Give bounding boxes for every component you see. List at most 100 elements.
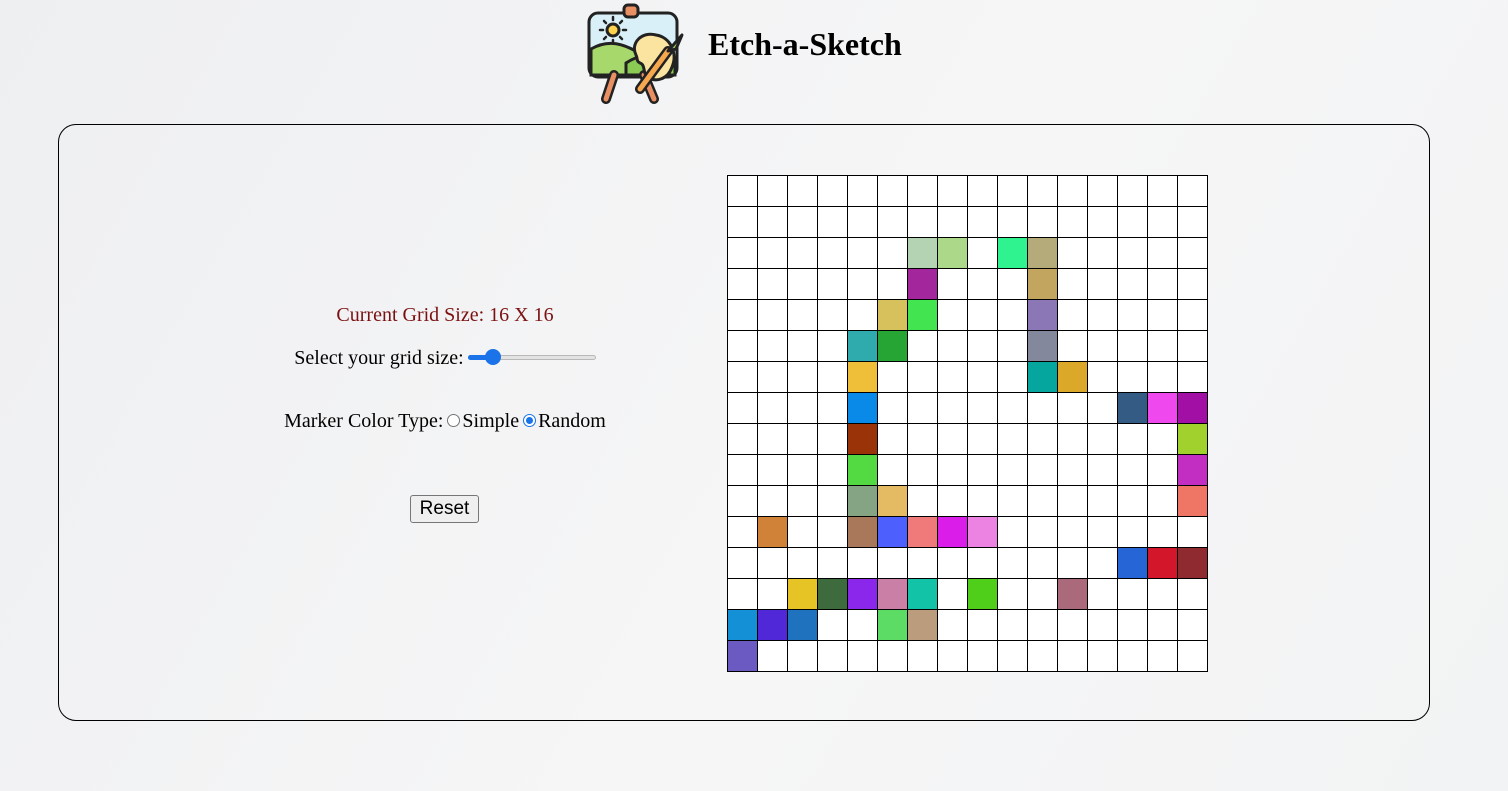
grid-cell[interactable] <box>848 269 878 300</box>
grid-cell[interactable] <box>968 455 998 486</box>
grid-cell[interactable] <box>1178 238 1208 269</box>
grid-cell[interactable] <box>968 362 998 393</box>
grid-cell[interactable] <box>968 610 998 641</box>
grid-cell[interactable] <box>878 269 908 300</box>
grid-cell[interactable] <box>1028 362 1058 393</box>
grid-cell[interactable] <box>1178 641 1208 672</box>
grid-cell[interactable] <box>788 207 818 238</box>
grid-cell[interactable] <box>788 486 818 517</box>
grid-cell[interactable] <box>788 331 818 362</box>
grid-cell[interactable] <box>1028 455 1058 486</box>
grid-cell[interactable] <box>1058 610 1088 641</box>
grid-cell[interactable] <box>728 610 758 641</box>
grid-cell[interactable] <box>938 362 968 393</box>
grid-cell[interactable] <box>968 579 998 610</box>
grid-cell[interactable] <box>968 238 998 269</box>
grid-cell[interactable] <box>728 548 758 579</box>
grid-cell[interactable] <box>1148 424 1178 455</box>
random-radio-label[interactable]: Random <box>538 410 606 432</box>
grid-cell[interactable] <box>908 176 938 207</box>
grid-cell[interactable] <box>728 393 758 424</box>
grid-cell[interactable] <box>998 579 1028 610</box>
grid-cell[interactable] <box>1118 269 1148 300</box>
grid-cell[interactable] <box>1088 300 1118 331</box>
grid-cell[interactable] <box>1178 517 1208 548</box>
grid-cell[interactable] <box>1028 610 1058 641</box>
grid-cell[interactable] <box>968 176 998 207</box>
grid-cell[interactable] <box>728 517 758 548</box>
grid-cell[interactable] <box>938 393 968 424</box>
grid-cell[interactable] <box>1178 610 1208 641</box>
grid-cell[interactable] <box>1118 176 1148 207</box>
grid-cell[interactable] <box>1058 486 1088 517</box>
grid-cell[interactable] <box>788 517 818 548</box>
grid-cell[interactable] <box>758 393 788 424</box>
grid-cell[interactable] <box>1058 207 1088 238</box>
random-radio[interactable] <box>523 413 537 427</box>
grid-cell[interactable] <box>1028 300 1058 331</box>
grid-cell[interactable] <box>1148 517 1178 548</box>
grid-cell[interactable] <box>758 300 788 331</box>
grid-cell[interactable] <box>818 207 848 238</box>
grid-cell[interactable] <box>848 610 878 641</box>
grid-cell[interactable] <box>998 486 1028 517</box>
grid-cell[interactable] <box>1088 548 1118 579</box>
grid-cell[interactable] <box>1178 176 1208 207</box>
grid-cell[interactable] <box>848 362 878 393</box>
grid-cell[interactable] <box>848 238 878 269</box>
grid-cell[interactable] <box>908 455 938 486</box>
grid-cell[interactable] <box>818 486 848 517</box>
grid-cell[interactable] <box>1148 393 1178 424</box>
grid-cell[interactable] <box>1148 362 1178 393</box>
grid-cell[interactable] <box>878 362 908 393</box>
grid-cell[interactable] <box>938 579 968 610</box>
grid-cell[interactable] <box>938 455 968 486</box>
grid-cell[interactable] <box>878 424 908 455</box>
grid-cell[interactable] <box>938 641 968 672</box>
grid-cell[interactable] <box>1088 486 1118 517</box>
grid-cell[interactable] <box>878 331 908 362</box>
grid-cell[interactable] <box>1148 548 1178 579</box>
grid-cell[interactable] <box>818 455 848 486</box>
grid-cell[interactable] <box>1058 641 1088 672</box>
grid-cell[interactable] <box>1058 362 1088 393</box>
grid-cell[interactable] <box>1178 300 1208 331</box>
grid-cell[interactable] <box>878 176 908 207</box>
grid-cell[interactable] <box>1028 517 1058 548</box>
simple-radio[interactable] <box>447 413 461 427</box>
grid-cell[interactable] <box>968 548 998 579</box>
grid-cell[interactable] <box>788 579 818 610</box>
grid-cell[interactable] <box>818 610 848 641</box>
grid-cell[interactable] <box>758 641 788 672</box>
grid-cell[interactable] <box>968 300 998 331</box>
grid-cell[interactable] <box>848 207 878 238</box>
grid-cell[interactable] <box>818 548 848 579</box>
grid-cell[interactable] <box>998 610 1028 641</box>
grid-cell[interactable] <box>878 207 908 238</box>
grid-cell[interactable] <box>818 176 848 207</box>
grid-cell[interactable] <box>758 331 788 362</box>
grid-cell[interactable] <box>818 238 848 269</box>
grid-cell[interactable] <box>848 176 878 207</box>
grid-cell[interactable] <box>1148 269 1178 300</box>
reset-button[interactable]: Reset <box>410 495 479 523</box>
grid-cell[interactable] <box>938 486 968 517</box>
grid-cell[interactable] <box>788 393 818 424</box>
grid-cell[interactable] <box>1118 641 1148 672</box>
grid-cell[interactable] <box>1028 331 1058 362</box>
grid-cell[interactable] <box>848 548 878 579</box>
grid-cell[interactable] <box>878 486 908 517</box>
grid-cell[interactable] <box>1118 455 1148 486</box>
grid-cell[interactable] <box>1088 362 1118 393</box>
grid-cell[interactable] <box>728 300 758 331</box>
grid-cell[interactable] <box>788 238 818 269</box>
grid-cell[interactable] <box>818 393 848 424</box>
grid-cell[interactable] <box>908 486 938 517</box>
grid-cell[interactable] <box>818 331 848 362</box>
grid-cell[interactable] <box>938 300 968 331</box>
grid-cell[interactable] <box>728 362 758 393</box>
grid-cell[interactable] <box>1118 362 1148 393</box>
grid-cell[interactable] <box>1118 300 1148 331</box>
grid-cell[interactable] <box>938 207 968 238</box>
grid-cell[interactable] <box>1118 207 1148 238</box>
